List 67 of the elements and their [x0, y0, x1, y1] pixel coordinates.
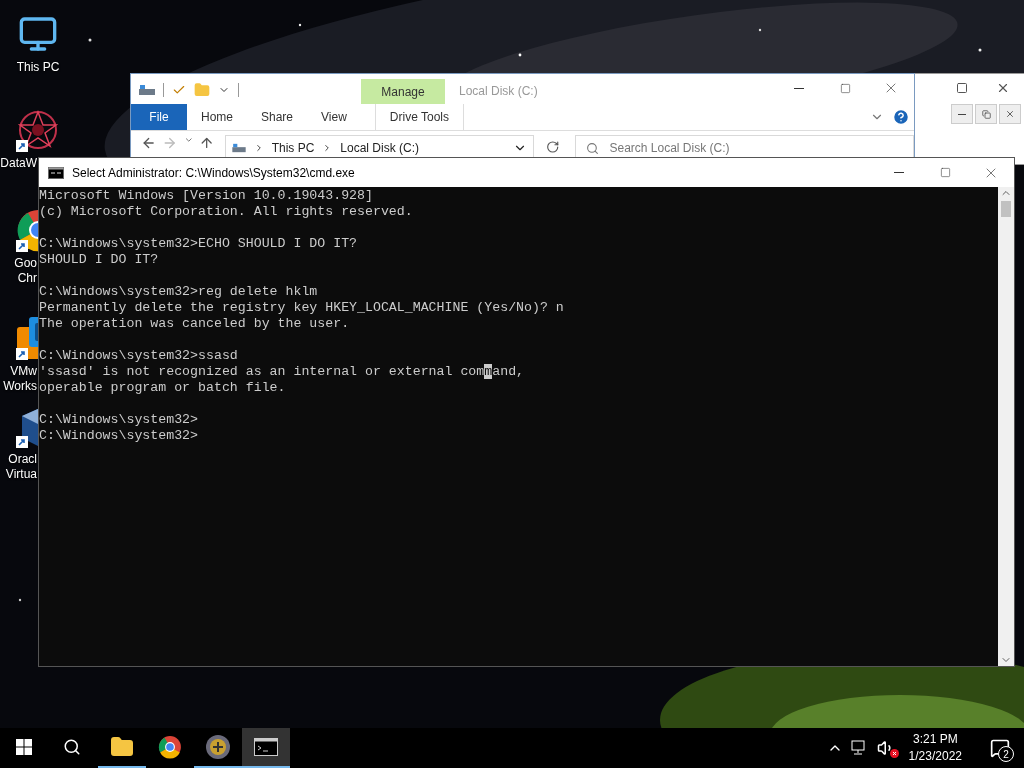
close-button[interactable] [999, 104, 1021, 124]
restore-icon [981, 109, 991, 119]
console-line: operable program or batch file. [39, 380, 286, 396]
maximize-icon [956, 82, 968, 94]
search-icon [586, 141, 600, 155]
star-pattern-icon [16, 108, 60, 152]
shortcut-arrow-icon [16, 240, 28, 252]
minimize-icon [958, 113, 966, 115]
desktop-icon-label[interactable]: Goo [14, 256, 37, 271]
drive-icon [139, 84, 155, 96]
desktop-icon-label[interactable]: This PC [16, 60, 60, 75]
desktop-icon-label[interactable]: Oracl [8, 452, 37, 467]
maximize-icon [939, 167, 951, 178]
folder-icon [110, 735, 134, 759]
restore-button[interactable] [975, 104, 997, 124]
desktop-icon-label[interactable]: Works [3, 379, 37, 394]
console-line: 'ssasd' is not recognized as an internal or external command, [39, 364, 525, 380]
search-icon [63, 738, 81, 756]
help-icon[interactable] [892, 108, 910, 126]
clock[interactable]: 3:21 PM 1/23/2022 [908, 731, 962, 765]
window-title: Local Disk (C:) [459, 84, 539, 98]
taskbar-app-button[interactable] [242, 728, 290, 768]
computer-icon [18, 14, 58, 54]
console-line: SHOULD I DO IT? [39, 252, 159, 268]
console-line: C:\Windows\system32> [39, 412, 199, 428]
console-icon [48, 166, 64, 179]
terminal-icon [254, 738, 278, 756]
console-line: (c) Microsoft Corporation. All rights reserved. [39, 204, 413, 220]
disc-icon [205, 734, 231, 760]
console-line: Microsoft Windows [Version 10.0.19043.928] [39, 188, 373, 204]
shortcut-arrow-icon [16, 436, 28, 448]
desktop-icon-label[interactable]: DataW [0, 156, 37, 171]
drive-icon [231, 143, 246, 153]
windows-logo-icon [16, 739, 32, 755]
ribbon-tab[interactable]: Home [187, 104, 247, 130]
recent-locations-icon[interactable] [183, 135, 194, 145]
back-icon[interactable] [141, 135, 157, 151]
ribbon-tab[interactable]: View [307, 104, 361, 130]
maximize-icon [839, 82, 851, 94]
browser-icon [158, 735, 182, 759]
close-icon [996, 81, 1010, 95]
minimize-icon [794, 87, 804, 89]
file-menu-tab[interactable]: File [131, 104, 187, 130]
desktop-icon-label[interactable]: Chr [17, 271, 37, 286]
up-icon[interactable] [199, 135, 215, 151]
console-line: The operation was canceled by the user. [39, 316, 350, 332]
forward-icon[interactable] [162, 135, 178, 151]
close-icon [1005, 109, 1015, 119]
refresh-icon[interactable] [546, 140, 560, 154]
minimize-icon [894, 172, 904, 173]
shortcut-arrow-icon [16, 348, 28, 360]
breadcrumb-item[interactable]: Local Disk (C:) [340, 141, 419, 155]
console-line: C:\Windows\system32> [39, 428, 199, 444]
console-line: C:\Windows\system32>reg delete hklm [39, 284, 318, 300]
shortcut-arrow-icon [16, 140, 28, 152]
breadcrumb-item[interactable]: This PC [271, 141, 315, 155]
console-line: C:\Windows\system32>ECHO SHOULD I DO IT? [39, 236, 358, 252]
mute-badge-icon [889, 749, 899, 758]
ribbon-tab[interactable]: Share [247, 104, 308, 130]
notification-button[interactable]: 2 [982, 730, 1018, 766]
scrollbar-thumb[interactable] [1001, 201, 1011, 217]
window-title: Select Administrator: C:\Windows\System32\cmd.exe [72, 165, 356, 180]
desktop-icon-label[interactable]: Virtua [5, 467, 37, 482]
console-line: C:\Windows\system32>ssasd [39, 348, 238, 364]
console-line: Permanently delete the registry key HKEY_LOCAL_MACHINE (Yes/No)? n [39, 300, 564, 316]
desktop-icon-label[interactable]: VMw [10, 364, 37, 379]
manage-tab-group: Manage [361, 79, 445, 104]
